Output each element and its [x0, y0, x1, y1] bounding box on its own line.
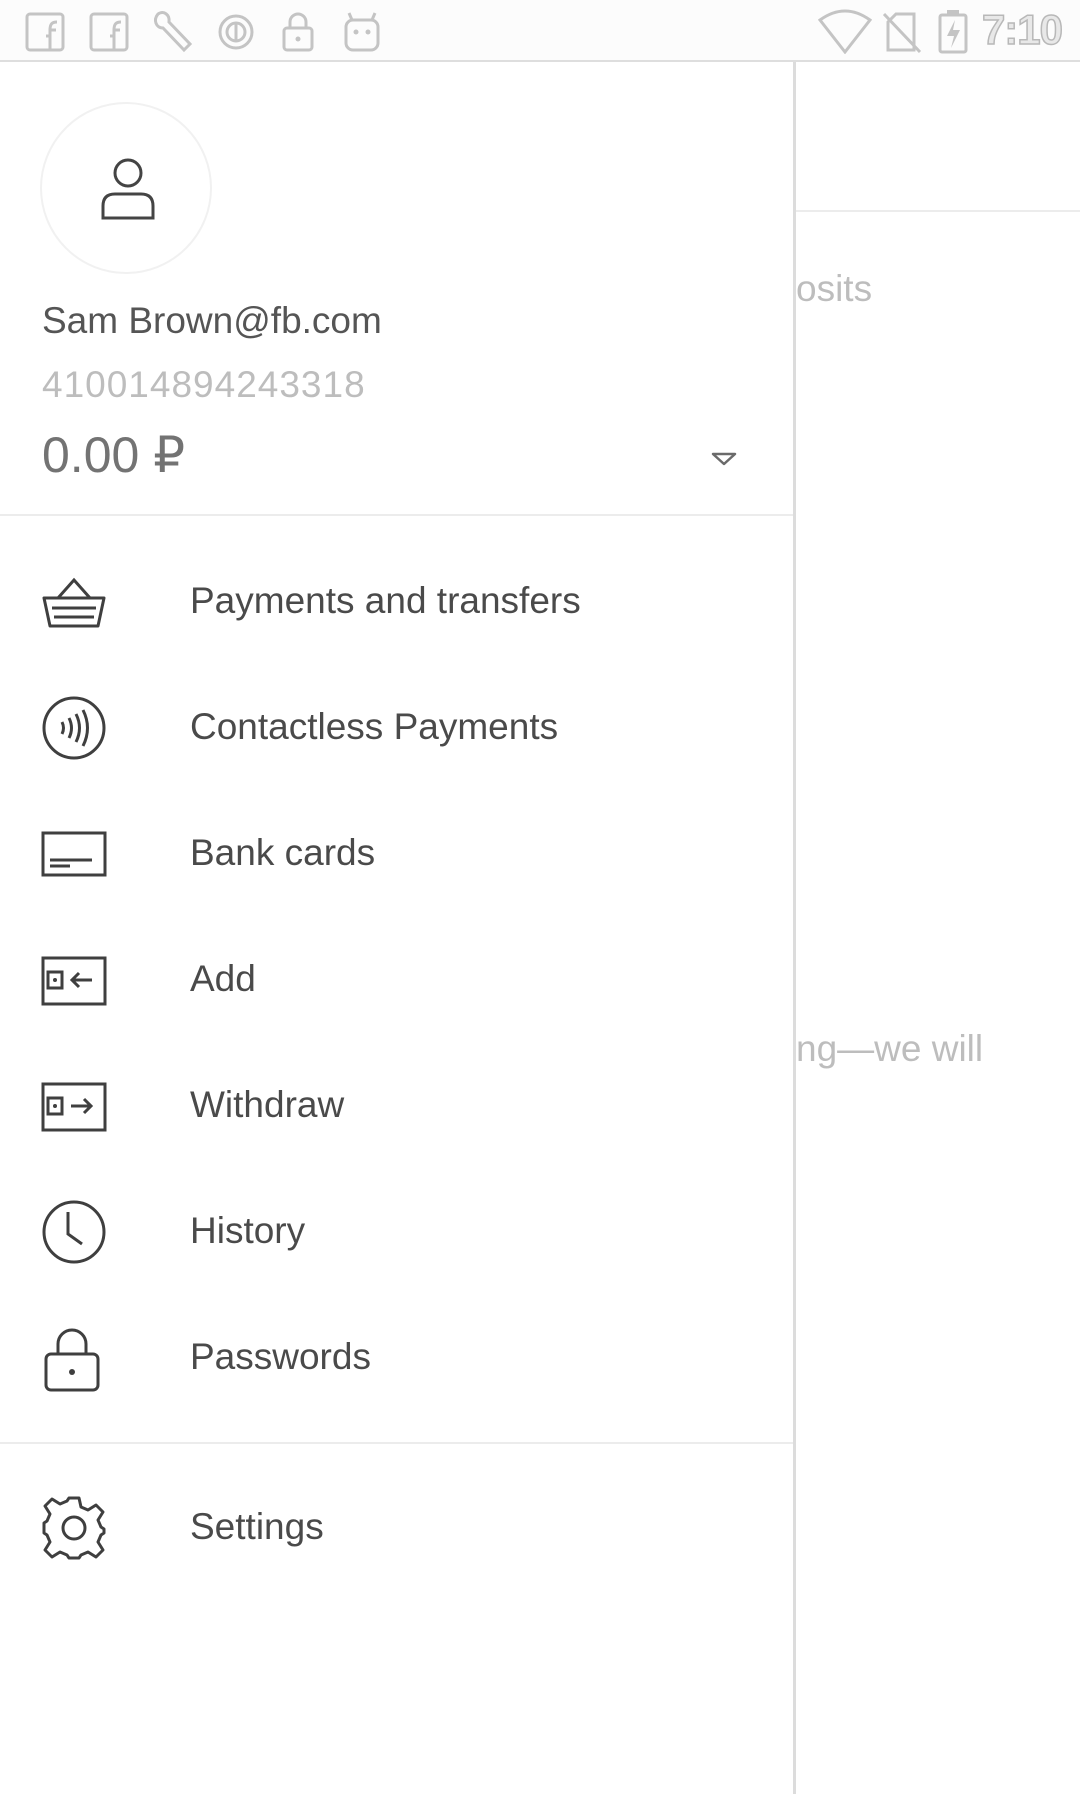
padlock-icon [40, 1324, 108, 1392]
menu-label-withdraw: Withdraw [190, 1084, 345, 1125]
background-divider [796, 210, 1080, 212]
withdraw-icon [40, 1072, 108, 1140]
account-dropdown-button[interactable] [698, 432, 750, 484]
menu-label-bank-cards: Bank cards [190, 832, 376, 873]
menu-label-passwords: Passwords [190, 1336, 371, 1377]
screen: 7:10 osits ng—we will Sam Brown@fb.com 4… [0, 0, 1080, 1794]
menu-label-settings: Settings [190, 1506, 324, 1547]
header-divider [0, 514, 793, 516]
menu-item-bank-cards[interactable]: Bank cards [0, 792, 793, 918]
menu-label-contactless-payments: Contactless Payments [190, 706, 559, 747]
account-email: Sam Brown@fb.com [42, 300, 382, 341]
menu-item-payments-and-transfers[interactable]: Payments and transfers [0, 540, 793, 666]
no-sim-icon [880, 8, 924, 54]
menu-item-history[interactable]: History [0, 1170, 793, 1296]
background-text-middle: ng—we will [796, 1028, 984, 1069]
menu-label-history: History [190, 1210, 306, 1251]
sync-icon [214, 8, 258, 54]
account-number: 410014894243318 [42, 364, 366, 405]
clock-icon [40, 1198, 108, 1266]
status-bar: 7:10 [0, 0, 1080, 62]
menu-item-passwords[interactable]: Passwords [0, 1296, 793, 1422]
account-balance: 0.00 ₽ [42, 427, 186, 483]
caret-down-icon [711, 452, 737, 466]
avatar[interactable] [40, 102, 212, 274]
add-funds-icon [40, 946, 108, 1014]
settings-divider [0, 1442, 793, 1444]
menu-item-contactless-payments[interactable]: Contactless Payments [0, 666, 793, 792]
background-text-top: osits [796, 268, 873, 309]
contactless-icon [40, 694, 108, 762]
person-icon [101, 158, 155, 220]
basket-icon [40, 568, 108, 636]
menu-item-settings[interactable]: Settings [0, 1466, 793, 1592]
gear-icon [40, 1494, 108, 1562]
android-icon [340, 8, 384, 54]
navigation-drawer: Sam Brown@fb.com 410014894243318 0.00 ₽ … [0, 62, 796, 1794]
menu-item-withdraw[interactable]: Withdraw [0, 1044, 793, 1170]
status-time: 7:10 [981, 5, 1064, 54]
bank-card-icon [40, 820, 108, 888]
background-page: osits ng—we will [796, 62, 1080, 1794]
lock-icon [276, 8, 320, 54]
menu-label-payments-and-transfers: Payments and transfers [190, 580, 581, 621]
facebook-icon [24, 8, 68, 54]
facebook-icon [88, 8, 132, 54]
wifi-icon [817, 8, 873, 55]
battery-charging-icon [936, 8, 970, 54]
wrench-icon [150, 8, 194, 54]
menu-item-add[interactable]: Add [0, 918, 793, 1044]
menu-label-add: Add [190, 958, 256, 999]
